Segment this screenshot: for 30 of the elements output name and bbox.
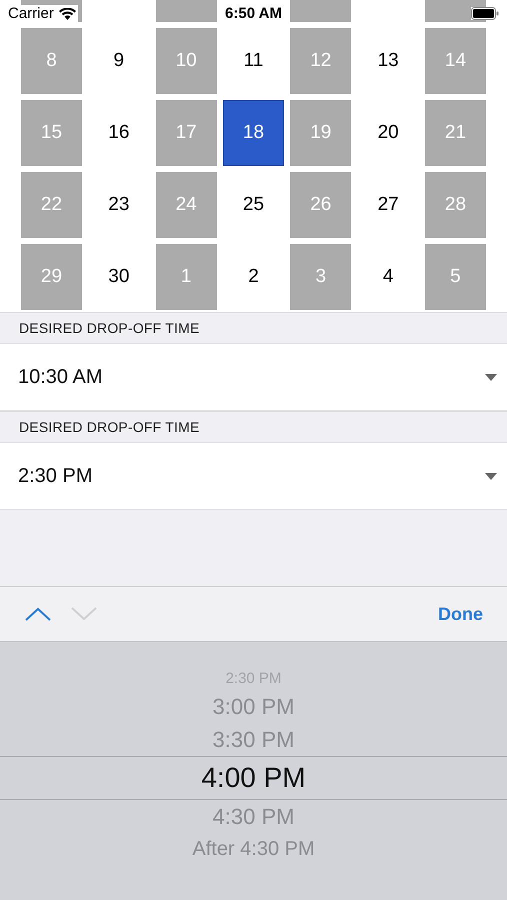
day-cell[interactable]: 13 (358, 28, 419, 94)
day-cell[interactable]: 11 (222, 28, 284, 94)
day-cell[interactable]: 25 (222, 172, 284, 238)
carrier-label: Carrier (8, 5, 54, 22)
day-cell[interactable]: 20 (358, 100, 419, 166)
time-dropdown[interactable]: 2:30 PM (0, 442, 507, 510)
day-cell[interactable]: 4 (358, 244, 419, 310)
section-header: DESIRED DROP-OFF TIME (0, 312, 507, 343)
picker-option[interactable]: 3:00 PM (0, 690, 507, 723)
picker-option[interactable]: 4:30 PM (0, 800, 507, 833)
day-cell[interactable]: 30 (88, 244, 150, 310)
wifi-icon (58, 8, 76, 20)
chevron-up-icon[interactable] (24, 606, 52, 622)
day-cell[interactable]: 2 (222, 244, 284, 310)
section-header: DESIRED DROP-OFF TIME (0, 411, 507, 442)
day-cell[interactable]: 18 (222, 100, 284, 166)
day-cell (156, 0, 217, 22)
picker-option[interactable]: After 4:30 PM (0, 833, 507, 866)
time-dropdown[interactable]: 10:30 AM (0, 343, 507, 411)
picker-option[interactable]: 3:30 PM (0, 723, 507, 756)
done-button[interactable]: Done (438, 604, 483, 624)
dropdown-caret-icon (485, 374, 497, 380)
day-cell (290, 0, 352, 22)
battery-icon (471, 7, 499, 20)
day-cell[interactable]: 23 (88, 172, 150, 238)
day-cell[interactable]: 16 (88, 100, 150, 166)
day-cell[interactable]: 27 (358, 172, 419, 238)
day-cell[interactable]: 9 (88, 28, 150, 94)
picker-option[interactable]: 4:00 PM (0, 756, 507, 800)
dropdown-caret-icon (485, 472, 497, 480)
